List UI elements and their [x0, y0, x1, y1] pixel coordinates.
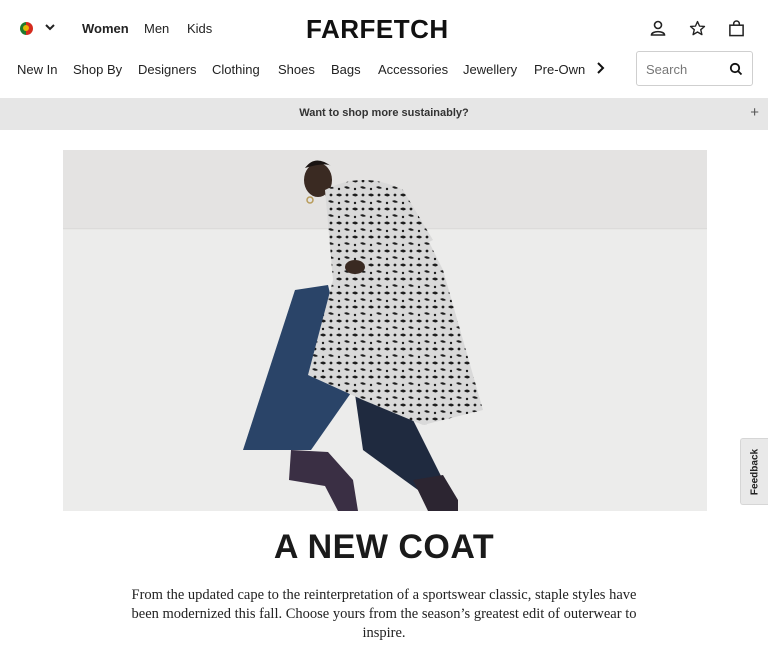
- feedback-tab[interactable]: Feedback: [740, 438, 768, 505]
- search-box[interactable]: [636, 51, 753, 86]
- shopping-bag-icon[interactable]: [726, 18, 746, 38]
- search-icon[interactable]: [729, 62, 743, 76]
- search-input[interactable]: [646, 60, 726, 78]
- chevron-right-icon[interactable]: [594, 61, 608, 75]
- nav-item-pre-owned[interactable]: Pre-Own: [534, 62, 585, 77]
- gender-tab-men[interactable]: Men: [144, 21, 169, 36]
- model-right-boot: [413, 475, 458, 511]
- nav-item-designers[interactable]: Designers: [138, 62, 197, 77]
- model-illustration: [243, 160, 483, 511]
- model-left-boot: [289, 450, 358, 511]
- nav-item-shop-by[interactable]: Shop By: [73, 62, 122, 77]
- expand-plus-icon[interactable]: +: [750, 105, 759, 121]
- nav-item-clothing[interactable]: Clothing: [212, 62, 260, 77]
- nav-item-new-in[interactable]: New In: [17, 62, 57, 77]
- gender-tab-kids[interactable]: Kids: [187, 21, 212, 36]
- country-flag-icon[interactable]: [20, 22, 33, 35]
- account-icon[interactable]: [648, 18, 668, 38]
- category-nav: New In Shop By Designers Clothing Shoes …: [0, 51, 768, 98]
- banner-text: Want to shop more sustainably?: [299, 107, 469, 119]
- wishlist-star-icon[interactable]: [687, 18, 707, 38]
- feedback-label: Feedback: [749, 448, 760, 495]
- nav-item-accessories[interactable]: Accessories: [378, 62, 448, 77]
- top-bar: Women Men Kids FARFETCH: [0, 0, 768, 56]
- body-copy: From the updated cape to the reinterpret…: [131, 587, 637, 641]
- gender-tab-women[interactable]: Women: [82, 21, 129, 36]
- farfetch-logo[interactable]: FARFETCH: [306, 14, 449, 45]
- hero-image[interactable]: [63, 150, 707, 511]
- nav-item-jewellery[interactable]: Jewellery: [463, 62, 517, 77]
- nav-item-bags[interactable]: Bags: [331, 62, 361, 77]
- chevron-down-icon[interactable]: [44, 20, 56, 34]
- headline: A NEW COAT: [273, 528, 495, 566]
- sustainability-banner[interactable]: Want to shop more sustainably? +: [0, 98, 768, 130]
- nav-item-shoes[interactable]: Shoes: [278, 62, 315, 77]
